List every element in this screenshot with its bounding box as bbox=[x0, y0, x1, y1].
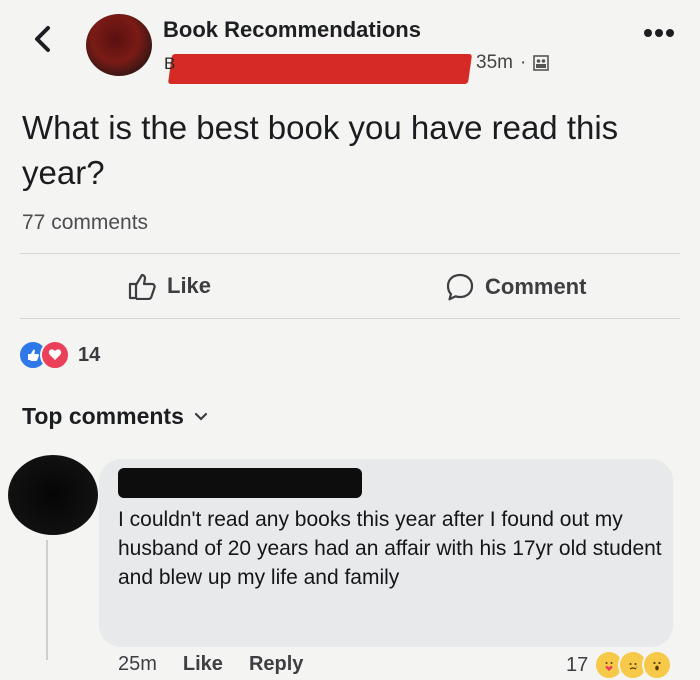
like-button[interactable]: Like bbox=[127, 272, 211, 300]
comment-actions: 25m Like Reply bbox=[118, 653, 303, 676]
author-initial: B bbox=[164, 54, 176, 73]
post-text: What is the best book you have read this… bbox=[22, 109, 619, 191]
top-comments-label: Top comments bbox=[22, 403, 184, 429]
comment-label: Comment bbox=[485, 274, 587, 299]
comment-time: 25m bbox=[118, 653, 157, 675]
commenter-name-redaction bbox=[118, 468, 362, 498]
top-comments-filter[interactable]: Top comments bbox=[22, 403, 208, 430]
more-icon bbox=[644, 29, 674, 37]
chevron-down-icon bbox=[194, 412, 207, 421]
divider bbox=[20, 253, 680, 254]
reaction-count: 14 bbox=[78, 343, 101, 366]
comment-text: I couldn't read any books this year afte… bbox=[118, 508, 662, 589]
more-options-button[interactable] bbox=[643, 25, 675, 43]
meta-separator: · bbox=[519, 52, 527, 73]
like-label: Like bbox=[167, 273, 212, 298]
group-privacy-icon bbox=[533, 55, 550, 71]
divider bbox=[20, 318, 680, 319]
post-time: 35m bbox=[476, 52, 513, 73]
post-reactions[interactable]: 14 bbox=[18, 340, 100, 370]
group-name[interactable]: Book Recommendations bbox=[163, 17, 421, 43]
group-avatar[interactable] bbox=[86, 14, 152, 76]
back-button[interactable] bbox=[28, 22, 58, 56]
commenter-avatar[interactable] bbox=[8, 455, 98, 535]
comment-reply-button[interactable]: Reply bbox=[249, 653, 303, 676]
wow-reaction-icon bbox=[642, 650, 673, 680]
comment-reaction-count: 17 bbox=[566, 653, 589, 676]
author-name-redaction bbox=[167, 54, 473, 84]
comment-icon bbox=[446, 273, 474, 301]
post-meta: 35m · bbox=[476, 52, 550, 74]
chevron-left-icon bbox=[35, 26, 50, 52]
comment-count[interactable]: 77 comments bbox=[22, 211, 148, 235]
thread-line bbox=[46, 540, 48, 660]
comment-reactions[interactable]: 17 bbox=[566, 650, 673, 680]
love-reaction-icon bbox=[40, 340, 70, 370]
comment-like-button[interactable]: Like bbox=[183, 653, 223, 676]
comment-button[interactable]: Comment bbox=[445, 272, 586, 302]
thumbs-up-icon bbox=[128, 273, 156, 300]
